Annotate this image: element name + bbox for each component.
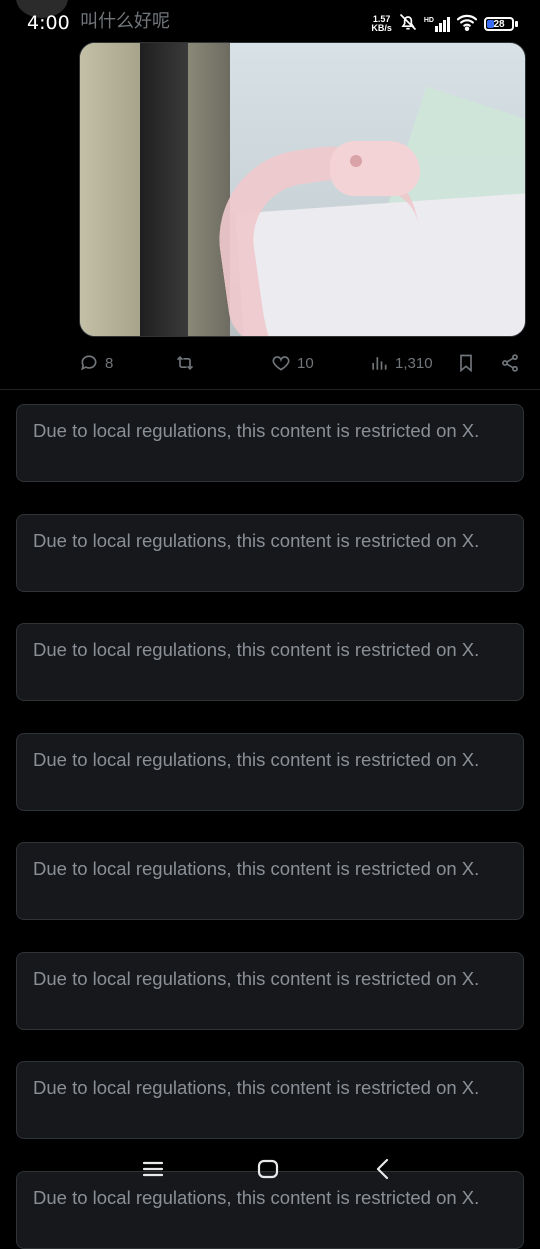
views-button[interactable]: 1,310 xyxy=(369,350,433,376)
share-button[interactable] xyxy=(500,350,520,376)
battery-level: 28 xyxy=(493,18,505,30)
snake-head xyxy=(330,141,420,196)
mute-bell-icon xyxy=(398,12,418,37)
like-button[interactable]: 10 xyxy=(271,350,314,376)
restricted-notice[interactable]: Due to local regulations, this content i… xyxy=(16,733,524,811)
bookmark-icon xyxy=(460,354,472,373)
wifi-icon xyxy=(456,13,478,36)
restricted-notice[interactable]: Due to local regulations, this content i… xyxy=(16,842,524,920)
menu-icon[interactable] xyxy=(140,1156,166,1182)
battery-icon: 28 xyxy=(484,17,518,31)
heart-icon xyxy=(272,356,290,371)
bookmark-button[interactable] xyxy=(456,350,476,376)
share-icon xyxy=(502,354,518,372)
battery: 28 xyxy=(484,17,514,31)
status-time: 4:00 xyxy=(27,12,70,34)
repost-icon xyxy=(176,355,194,371)
repost-button[interactable] xyxy=(175,350,195,376)
post-actions: 8 10 1,310 xyxy=(79,350,524,376)
system-nav-bar xyxy=(0,1150,540,1186)
hd-label: HD xyxy=(423,16,434,24)
reply-button[interactable]: 8 xyxy=(79,350,113,376)
restricted-notice[interactable]: Due to local regulations, this content i… xyxy=(16,623,524,701)
restricted-notice[interactable]: Due to local regulations, this content i… xyxy=(16,404,524,482)
reply-icon xyxy=(81,355,97,371)
views-count: 1,310 xyxy=(395,354,433,372)
hd-signal-icon: HD xyxy=(423,16,450,32)
restricted-notice[interactable]: Due to local regulations, this content i… xyxy=(16,1061,524,1139)
restricted-notice[interactable]: Due to local regulations, this content i… xyxy=(16,514,524,592)
views-icon xyxy=(372,357,387,370)
restricted-notice[interactable]: Due to local regulations, this content i… xyxy=(16,952,524,1030)
network-speed-unit: KB/s xyxy=(371,23,392,33)
like-count: 10 xyxy=(297,354,314,372)
status-icons: 1.57 KB/s HD 28 xyxy=(371,12,518,37)
home-icon[interactable] xyxy=(255,1156,281,1182)
post-author-name[interactable]: 叫什么好呢 xyxy=(80,7,170,33)
status-bar: 4:00 叫什么好呢 1.57 KB/s HD 28 xyxy=(0,0,540,40)
post-divider xyxy=(0,389,540,390)
network-speed: 1.57 KB/s xyxy=(371,15,392,33)
back-icon[interactable] xyxy=(370,1156,396,1182)
post-photo[interactable] xyxy=(79,42,526,337)
reply-count: 8 xyxy=(105,354,114,372)
